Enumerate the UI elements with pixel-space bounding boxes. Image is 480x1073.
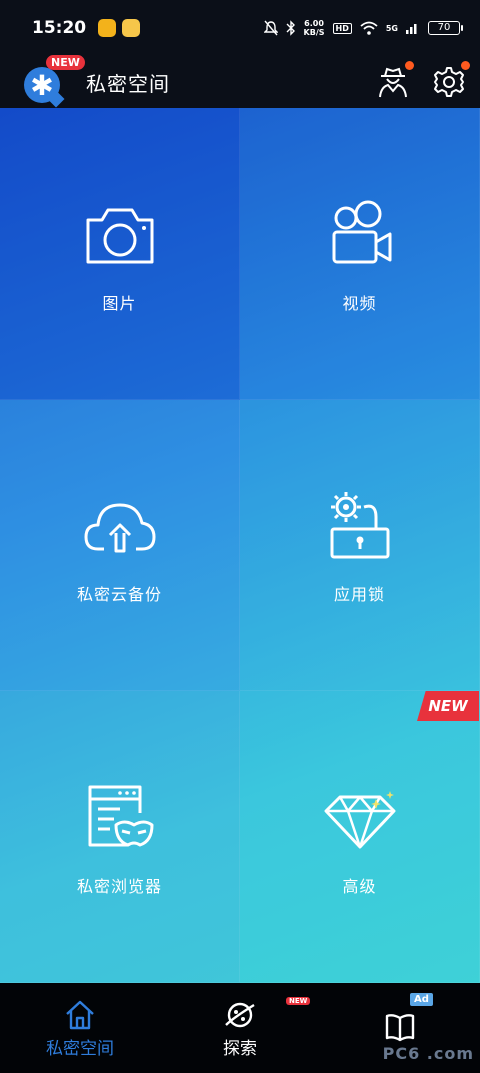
gear-icon — [434, 67, 464, 97]
header-actions — [376, 61, 470, 99]
battery-icon: 70 — [428, 21, 463, 35]
tile-premium[interactable]: NEW 高级 — [240, 691, 480, 983]
net-speed: 6.00 KB/S — [304, 19, 325, 37]
app-lock-icon — [330, 492, 389, 559]
mute-icon — [263, 20, 278, 36]
logo-new-badge: NEW — [46, 55, 85, 70]
settings-button[interactable] — [432, 61, 470, 99]
camera-icon — [86, 208, 153, 263]
tile-photos[interactable]: 图片 — [0, 108, 240, 400]
tile-videos[interactable]: 视频 — [240, 108, 480, 400]
cloud-upload-icon — [84, 503, 155, 553]
video-camera-icon — [332, 200, 391, 263]
ad-badge: Ad — [410, 993, 433, 1006]
signal-icon — [406, 24, 417, 34]
tile-app-lock[interactable]: 应用锁 — [240, 400, 480, 691]
nav-private-space[interactable]: 私密空间 — [0, 983, 160, 1073]
status-time: 15:20 — [32, 18, 87, 38]
wifi-icon — [360, 21, 378, 35]
nav-explore[interactable]: NEW 探索 — [160, 983, 320, 1073]
home-icon — [66, 1000, 94, 1029]
nav-label: 私密空间 — [46, 1038, 114, 1059]
new-badge: NEW — [417, 691, 479, 721]
nav-label: 探索 — [223, 1038, 257, 1059]
page-title: 私密空间 — [86, 71, 170, 96]
bluetooth-icon — [286, 20, 295, 36]
nav-new-badge: NEW — [286, 997, 311, 1005]
status-indicators: 6.00 KB/S HD 5G 70 — [263, 19, 463, 37]
net-speed-unit: KB/S — [303, 28, 325, 37]
notification-dot — [405, 61, 414, 70]
book-icon — [385, 1014, 415, 1042]
planet-icon — [225, 1002, 255, 1027]
tile-label: 图片 — [102, 293, 137, 313]
hd-badge: HD — [332, 22, 352, 34]
notification-dot — [461, 61, 470, 70]
tile-label: 高级 — [342, 876, 377, 896]
asterisk-icon: ✱ — [24, 67, 60, 103]
tile-private-browser[interactable]: 私密浏览器 — [0, 691, 240, 983]
tile-label: 视频 — [342, 293, 377, 313]
diamond-icon — [324, 790, 395, 848]
feature-grid: 图片 视频 私密云备份 应用锁 私密浏览器 NEW 高级 — [0, 108, 480, 983]
tile-label: 私密云备份 — [76, 585, 162, 604]
incognito-icon — [379, 67, 407, 98]
weibo-notification-icon — [98, 19, 117, 37]
tile-cloud-backup[interactable]: 私密云备份 — [0, 400, 240, 691]
network-type: 5G — [385, 23, 398, 33]
bottom-nav: 私密空间 NEW 探索 Ad PC6 .com — [0, 983, 480, 1073]
app-header: ✱ NEW 私密空间 — [0, 55, 480, 108]
app-logo[interactable]: ✱ NEW — [22, 55, 85, 108]
app-notification-icon — [122, 19, 141, 37]
status-bar: 15:20 6.00 KB/S HD 5G 70 — [0, 0, 480, 56]
net-speed-value: 6.00 — [304, 19, 324, 28]
watermark: PC6 .com — [382, 1044, 474, 1063]
tile-label: 应用锁 — [333, 585, 385, 604]
incognito-browser-icon — [88, 785, 153, 846]
incognito-profile-button[interactable] — [376, 61, 414, 99]
tile-label: 私密浏览器 — [76, 876, 162, 896]
